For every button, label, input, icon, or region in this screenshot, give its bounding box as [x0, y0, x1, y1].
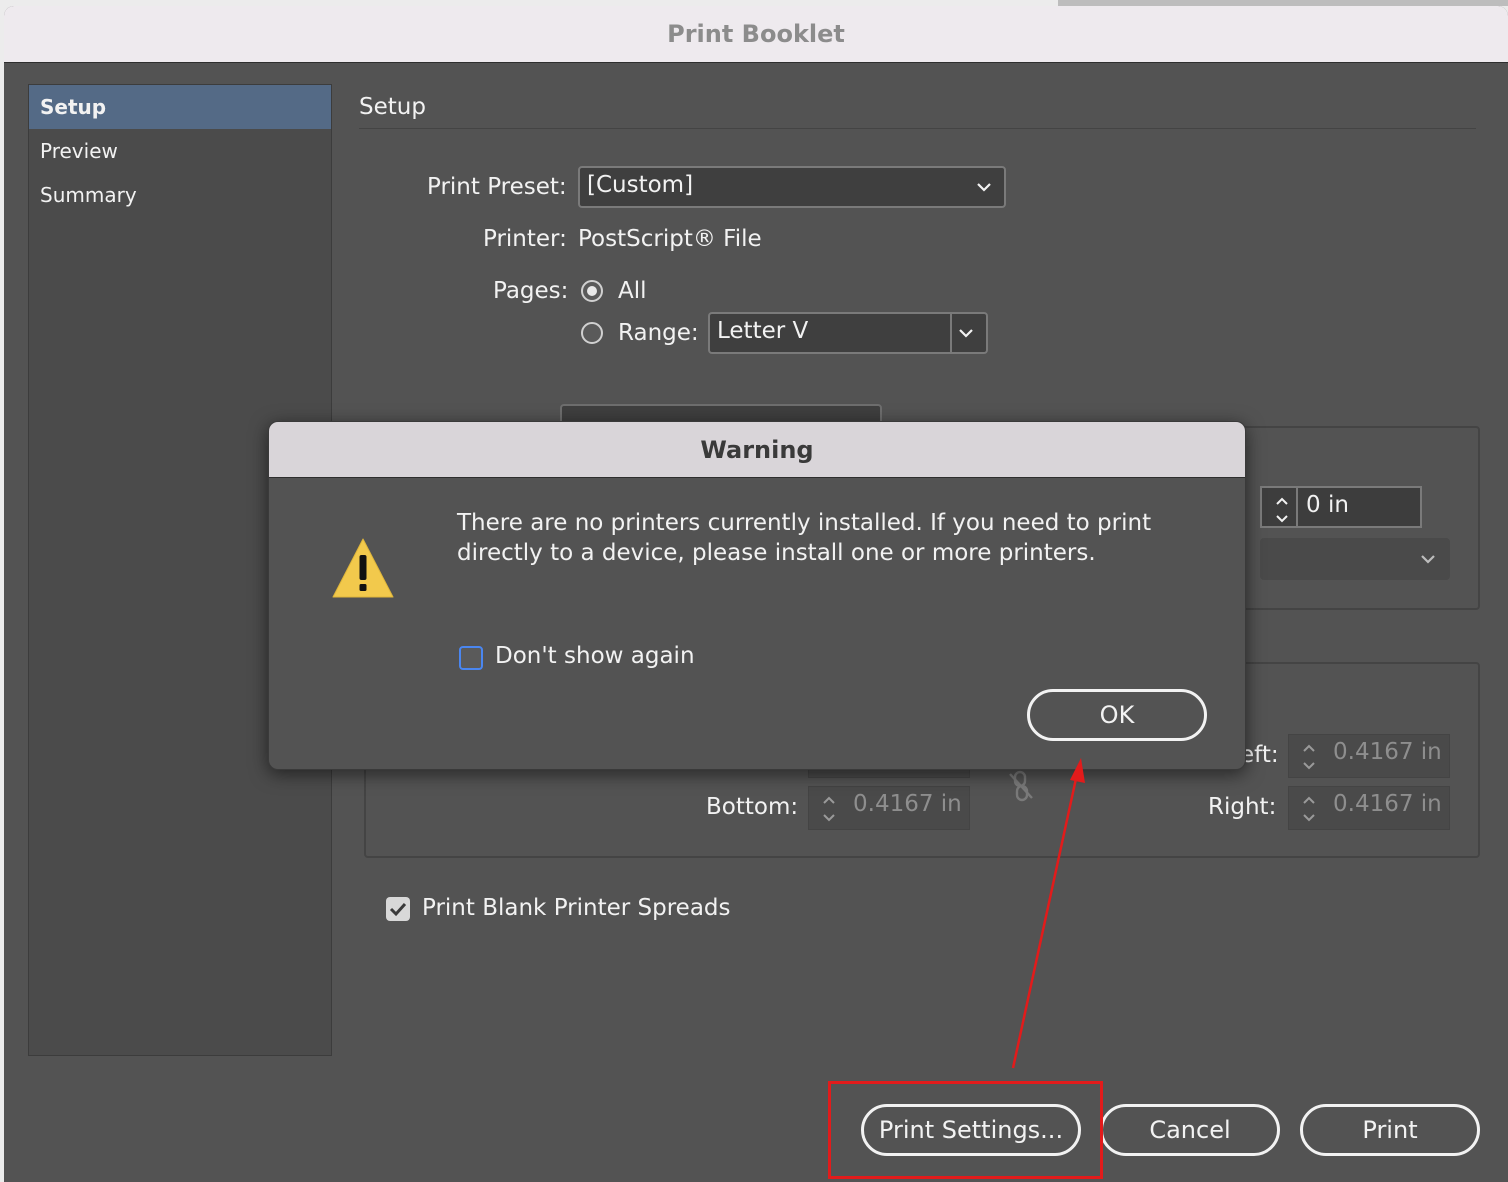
- print-preset-dropdown[interactable]: [Custom]: [578, 166, 1006, 208]
- pages-range-radio[interactable]: [581, 322, 603, 344]
- bottom-margin-value: 0.4167 in: [853, 791, 962, 817]
- right-margin-value: 0.4167 in: [1333, 791, 1442, 817]
- chevron-down-icon: [977, 183, 991, 192]
- range-combo[interactable]: Letter V: [708, 312, 988, 354]
- stepper-icon[interactable]: [815, 790, 843, 828]
- stepper-icon[interactable]: [1295, 738, 1323, 776]
- right-margin-field[interactable]: 0.4167 in: [1288, 786, 1450, 830]
- warning-title: Warning: [269, 422, 1245, 478]
- pages-all-radio[interactable]: [581, 280, 603, 302]
- section-title: Setup: [359, 94, 426, 120]
- dont-show-again-checkbox[interactable]: [459, 646, 483, 670]
- bottom-margin-label: Bottom:: [706, 794, 799, 820]
- ok-button[interactable]: OK: [1027, 689, 1207, 741]
- window-titlebar[interactable]: Print Booklet: [4, 6, 1508, 63]
- sidebar-item-preview[interactable]: Preview: [29, 129, 331, 173]
- cancel-button[interactable]: Cancel: [1100, 1104, 1280, 1156]
- chevron-down-icon: [1421, 555, 1435, 564]
- section-divider: [359, 128, 1476, 129]
- chevron-down-icon[interactable]: [954, 314, 978, 352]
- creep-field[interactable]: 0 in: [1260, 486, 1422, 528]
- print-preset-label: Print Preset:: [427, 174, 567, 200]
- left-margin-field[interactable]: 0.4167 in: [1288, 734, 1450, 778]
- stepper-divider: [1296, 488, 1298, 526]
- disabled-dropdown: [1260, 538, 1450, 580]
- print-button[interactable]: Print: [1300, 1104, 1480, 1156]
- window-title: Print Booklet: [667, 20, 845, 48]
- dont-show-again-label[interactable]: Don't show again: [495, 643, 695, 669]
- print-preset-value: [Custom]: [587, 172, 694, 198]
- warning-message: There are no printers currently installe…: [457, 510, 1152, 566]
- sidebar-item-setup[interactable]: Setup: [29, 85, 331, 129]
- range-combo-divider: [950, 314, 952, 352]
- warning-icon: [332, 538, 394, 598]
- pages-all-label[interactable]: All: [618, 278, 647, 304]
- sidebar-item-summary[interactable]: Summary: [29, 173, 331, 217]
- pages-range-label[interactable]: Range:: [618, 320, 699, 346]
- printer-label: Printer:: [483, 226, 567, 252]
- stepper-icon[interactable]: [1268, 491, 1296, 529]
- stepper-icon[interactable]: [1295, 790, 1323, 828]
- annotation-highlight-box: [828, 1081, 1103, 1179]
- pages-label: Pages:: [493, 278, 569, 304]
- creep-value: 0 in: [1306, 492, 1349, 518]
- warning-dialog: Warning There are no printers currently …: [268, 421, 1246, 770]
- bottom-margin-field[interactable]: 0.4167 in: [808, 786, 970, 830]
- right-margin-label: Right:: [1208, 794, 1277, 820]
- print-blank-checkbox[interactable]: [386, 897, 410, 921]
- range-value[interactable]: Letter V: [717, 318, 808, 344]
- checkmark-icon: [389, 902, 407, 917]
- printer-value: PostScript® File: [578, 226, 762, 252]
- print-blank-label[interactable]: Print Blank Printer Spreads: [422, 895, 731, 921]
- chain-link-icon[interactable]: [1006, 770, 1036, 802]
- left-margin-value: 0.4167 in: [1333, 739, 1442, 765]
